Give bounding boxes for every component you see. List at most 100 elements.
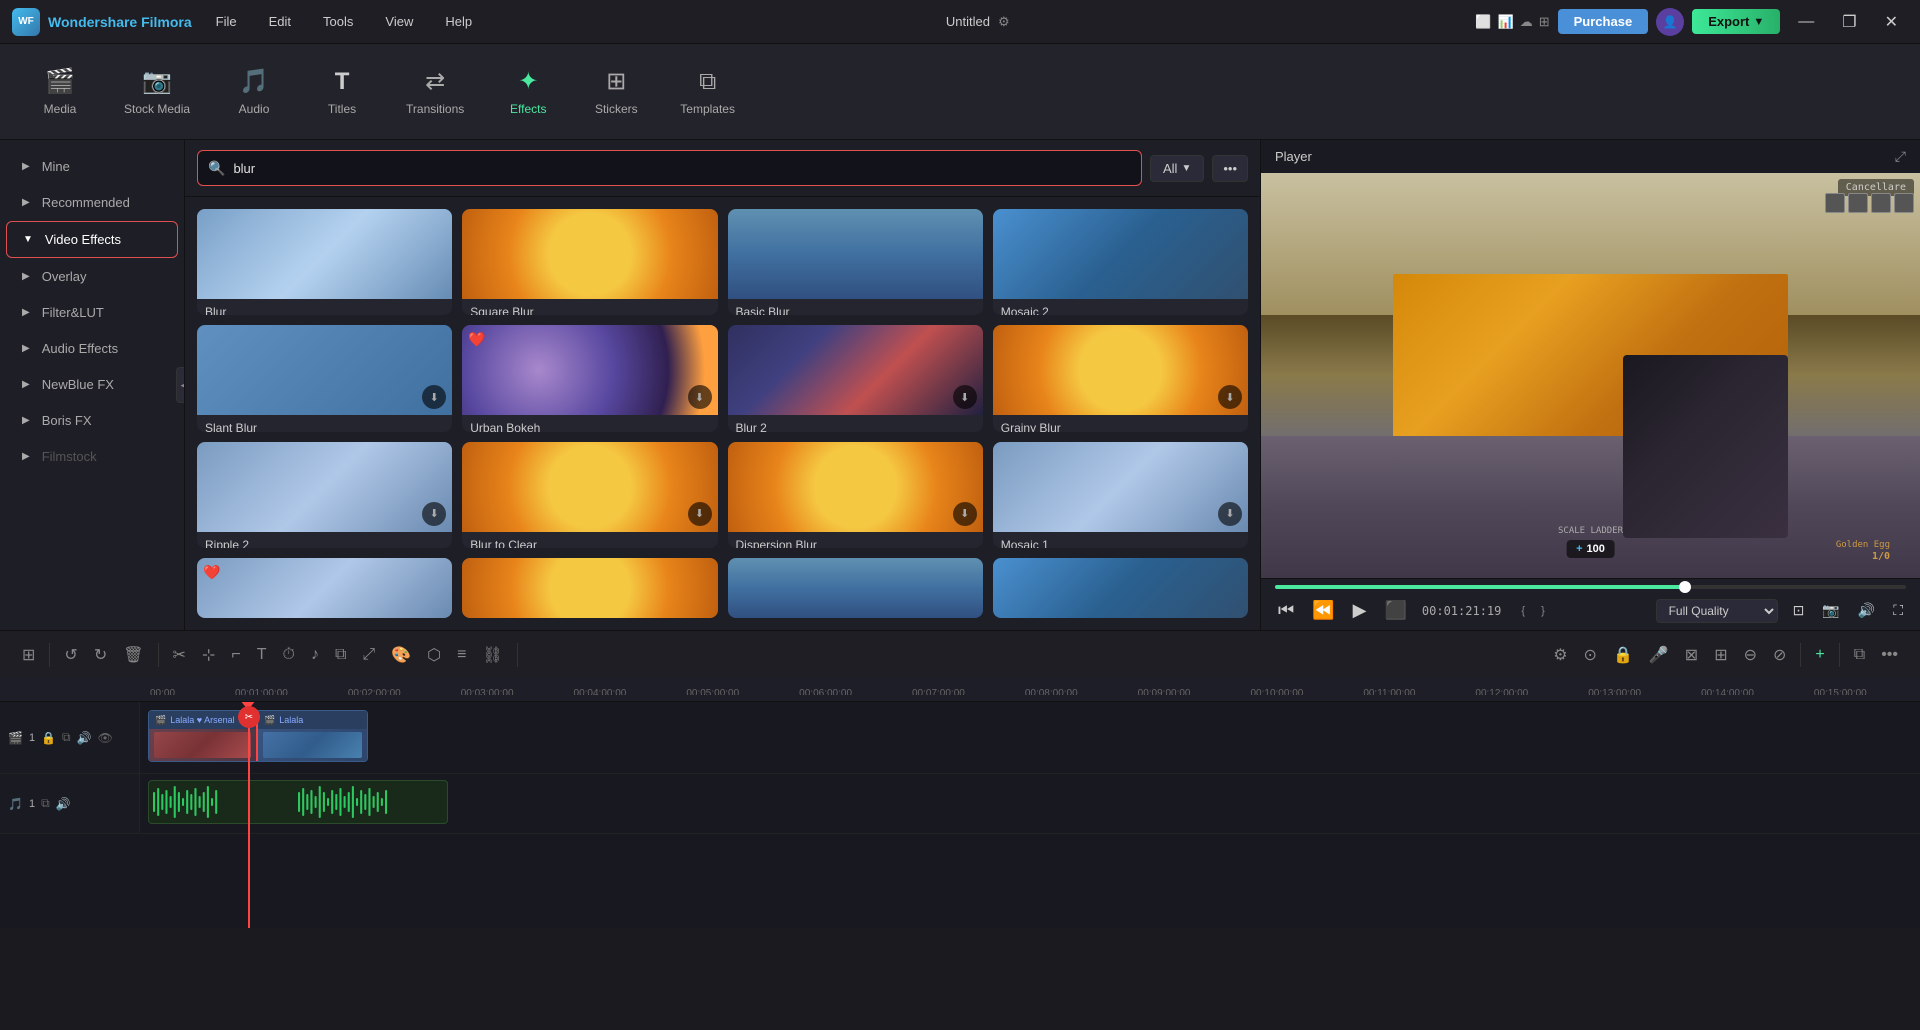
tl-link-button[interactable]: ⊘ bbox=[1767, 641, 1792, 669]
tl-settings-button[interactable]: ••• bbox=[1875, 642, 1904, 668]
tl-redo-button[interactable]: ↻ bbox=[88, 641, 113, 669]
filter-dropdown[interactable]: All ▼ bbox=[1150, 155, 1204, 182]
tool-audio[interactable]: 🎵 Audio bbox=[214, 59, 294, 124]
menu-view[interactable]: View bbox=[377, 10, 421, 33]
tl-layout-button[interactable]: ⧉ bbox=[1848, 642, 1871, 668]
tl-delete-button[interactable]: 🗑 bbox=[117, 641, 149, 669]
menu-edit[interactable]: Edit bbox=[261, 10, 299, 33]
tl-motion-button[interactable]: ⤢ bbox=[356, 642, 381, 668]
volume-button[interactable]: 🔊 bbox=[1855, 599, 1878, 622]
tl-lock-button[interactable]: 🔒 bbox=[1607, 641, 1639, 669]
tl-eq-button[interactable]: ≡ bbox=[451, 642, 472, 668]
more-button[interactable]: ••• bbox=[1212, 155, 1248, 182]
sidebar-item-audio-effects[interactable]: ▶ Audio Effects bbox=[6, 331, 178, 366]
effect-mosaic-2[interactable]: Mosaic 2 bbox=[993, 209, 1248, 315]
tl-trim-button[interactable]: ⌐ bbox=[225, 642, 246, 668]
save-icon[interactable]: ⚙ bbox=[998, 14, 1010, 30]
purchase-button[interactable]: Purchase bbox=[1558, 9, 1649, 34]
tl-chain-button[interactable]: ⛓ bbox=[476, 641, 508, 669]
tl-ripple-button[interactable]: ⊙ bbox=[1578, 641, 1603, 669]
step-back-button[interactable]: ⏪ bbox=[1309, 597, 1337, 624]
tl-sep-4 bbox=[1800, 643, 1801, 667]
sidebar-item-recommended[interactable]: ▶ Recommended bbox=[6, 185, 178, 220]
fit-window-button[interactable]: ⊡ bbox=[1790, 599, 1808, 622]
v1-duplicate-btn[interactable]: ⧉ bbox=[62, 730, 71, 745]
screenshot-button[interactable]: 📷 bbox=[1819, 599, 1842, 622]
close-button[interactable]: ✕ bbox=[1875, 8, 1908, 36]
tl-add-button[interactable]: + bbox=[1809, 642, 1830, 668]
tl-subtract-button[interactable]: ⊖ bbox=[1738, 641, 1763, 669]
tool-templates[interactable]: ⧉ Templates bbox=[664, 60, 751, 124]
tool-effects[interactable]: ✦ Effects bbox=[488, 59, 568, 124]
effect-blur-2[interactable]: ⬇ Blur 2 bbox=[728, 325, 983, 431]
tool-stickers[interactable]: ⊞ Stickers bbox=[576, 59, 656, 124]
effect-grainy-blur[interactable]: ⬇ Grainy Blur bbox=[993, 325, 1248, 431]
tl-cut-button[interactable]: ✂ bbox=[167, 641, 192, 669]
effect-partial-2[interactable] bbox=[462, 558, 717, 618]
tl-crop-button[interactable]: ⊹ bbox=[196, 641, 221, 669]
sidebar-item-filmstock[interactable]: ▶ Filmstock bbox=[6, 439, 178, 474]
restore-button[interactable]: ❐ bbox=[1832, 8, 1866, 36]
effect-partial-1[interactable]: ❤️ bbox=[197, 558, 452, 618]
progress-bar[interactable] bbox=[1275, 585, 1906, 589]
tl-stabilize-button[interactable]: ⧉ bbox=[329, 642, 352, 668]
sidebar-collapse-button[interactable]: ◀ bbox=[176, 367, 185, 403]
effect-blur-to-clear[interactable]: ⬇ Blur to Clear bbox=[462, 442, 717, 548]
tl-mask-button[interactable]: ⬡ bbox=[421, 641, 447, 669]
menu-tools[interactable]: Tools bbox=[315, 10, 361, 33]
effect-square-blur[interactable]: Square Blur bbox=[462, 209, 717, 315]
user-avatar[interactable]: 👤 bbox=[1656, 8, 1684, 36]
effect-ripple-2[interactable]: ⬇ Ripple 2 bbox=[197, 442, 452, 548]
skip-back-button[interactable]: ⏮ bbox=[1275, 597, 1297, 624]
v1-lock-btn[interactable]: 🔒 bbox=[41, 731, 56, 745]
player-expand-icon[interactable]: ⤢ bbox=[1895, 148, 1906, 165]
effect-dispersion-blur[interactable]: ⬇ Dispersion Blur bbox=[728, 442, 983, 548]
sidebar-item-filter-lut[interactable]: ▶ Filter&LUT bbox=[6, 295, 178, 330]
video-clip-1[interactable]: 🎬Lalala ♥ Arsenal 🎬Lalala bbox=[148, 710, 368, 762]
tl-text-button[interactable]: T bbox=[251, 642, 273, 668]
tool-media[interactable]: 🎬 Media bbox=[20, 59, 100, 124]
stop-button[interactable]: ⬛ bbox=[1381, 597, 1409, 624]
v1-eye-btn[interactable]: 👁 bbox=[98, 731, 113, 745]
a1-volume-btn[interactable]: 🔊 bbox=[56, 797, 71, 811]
urban-bokeh-badge: ⬇ bbox=[688, 385, 712, 409]
play-button[interactable]: ▶ bbox=[1350, 597, 1370, 624]
sidebar-item-overlay[interactable]: ▶ Overlay bbox=[6, 259, 178, 294]
tool-transitions[interactable]: ⇄ Transitions bbox=[390, 59, 480, 124]
sidebar-item-mine[interactable]: ▶ Mine bbox=[6, 149, 178, 184]
tl-color-button[interactable]: 🎨 bbox=[385, 641, 417, 669]
effect-partial-3[interactable] bbox=[728, 558, 983, 618]
tl-ai-button[interactable]: ⚙ bbox=[1547, 641, 1573, 669]
export-dropdown-icon[interactable]: ▼ bbox=[1753, 16, 1764, 28]
effect-mosaic-1[interactable]: ⬇ Mosaic 1 bbox=[993, 442, 1248, 548]
tl-select-tool[interactable]: ⊞ bbox=[16, 641, 41, 669]
tool-titles[interactable]: T Titles bbox=[302, 60, 382, 124]
quality-select[interactable]: Full Quality High Quality Medium Quality… bbox=[1656, 599, 1778, 623]
a1-duplicate-btn[interactable]: ⧉ bbox=[41, 796, 50, 811]
tl-mic-button[interactable]: 🎤 bbox=[1643, 641, 1675, 669]
menu-file[interactable]: File bbox=[208, 10, 245, 33]
sidebar-item-newblue-fx[interactable]: ▶ NewBlue FX bbox=[6, 367, 178, 402]
fullscreen-button[interactable]: ⛶ bbox=[1890, 599, 1906, 622]
audio-clip-1[interactable] bbox=[148, 780, 448, 824]
tl-audio-button[interactable]: ♪ bbox=[305, 642, 325, 668]
effect-partial-4[interactable] bbox=[993, 558, 1248, 618]
v1-volume-btn[interactable]: 🔊 bbox=[77, 731, 92, 745]
menu-help[interactable]: Help bbox=[437, 10, 480, 33]
sidebar-item-boris-fx[interactable]: ▶ Boris FX bbox=[6, 403, 178, 438]
tl-undo-button[interactable]: ↺ bbox=[58, 641, 83, 669]
effect-slant-blur[interactable]: ⬇ Slant Blur bbox=[197, 325, 452, 431]
effect-blur[interactable]: Blur bbox=[197, 209, 452, 315]
tool-stock-media[interactable]: 📷 Stock Media bbox=[108, 59, 206, 124]
search-input[interactable] bbox=[233, 161, 1131, 176]
minimize-button[interactable]: — bbox=[1788, 9, 1824, 35]
export-button[interactable]: Export ▼ bbox=[1692, 9, 1780, 34]
effect-basic-blur[interactable]: Basic Blur bbox=[728, 209, 983, 315]
tl-grid-button[interactable]: ⊞ bbox=[1708, 641, 1733, 669]
sidebar-item-video-effects[interactable]: ▼ Video Effects bbox=[6, 221, 178, 258]
tl-snap-button[interactable]: ⊠ bbox=[1679, 641, 1704, 669]
timecode: 00:01:21:19 bbox=[1422, 604, 1501, 618]
progress-thumb[interactable] bbox=[1679, 581, 1691, 593]
effect-urban-bokeh[interactable]: ❤️ ⬇ Urban Bokeh bbox=[462, 325, 717, 431]
tl-speed-button[interactable]: ⏱ bbox=[276, 642, 300, 668]
